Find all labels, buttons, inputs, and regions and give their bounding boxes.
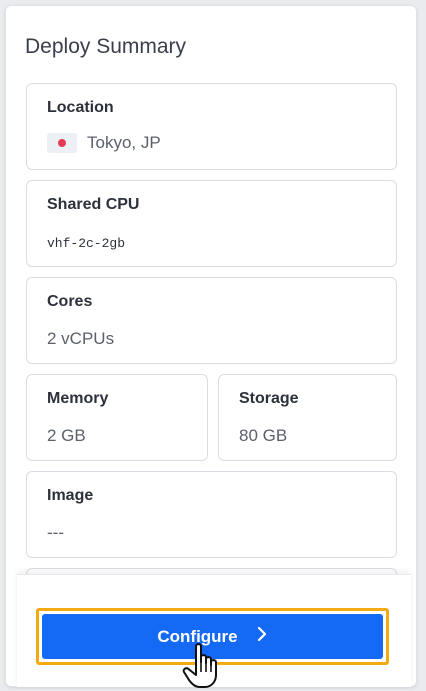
storage-value: 80 GB <box>239 426 288 445</box>
location-card: Location Tokyo, JP <box>26 83 397 170</box>
hand-pointer-icon <box>182 642 222 690</box>
image-label: Image <box>47 487 94 504</box>
memory-card: Memory 2 GB <box>26 374 208 461</box>
panel-title: Deploy Summary <box>25 35 187 58</box>
cores-value: 2 vCPUs <box>47 329 115 348</box>
image-value: --- <box>47 523 64 542</box>
chevron-right-icon <box>256 626 268 647</box>
memory-value: 2 GB <box>47 426 86 445</box>
japan-flag-icon <box>47 133 77 153</box>
shared-cpu-card: Shared CPU vhf-2c-2gb <box>26 180 397 267</box>
cores-label: Cores <box>47 293 93 310</box>
memory-label: Memory <box>47 390 109 407</box>
cores-card: Cores 2 vCPUs <box>26 277 397 364</box>
location-value-row: Tokyo, JP <box>47 133 161 153</box>
storage-label: Storage <box>239 390 299 407</box>
location-value: Tokyo, JP <box>87 133 161 152</box>
location-label: Location <box>47 99 114 116</box>
shared-cpu-value: vhf-2c-2gb <box>47 236 126 251</box>
storage-card: Storage 80 GB <box>218 374 397 461</box>
shared-cpu-label: Shared CPU <box>47 196 140 213</box>
image-card: Image --- <box>26 471 397 558</box>
